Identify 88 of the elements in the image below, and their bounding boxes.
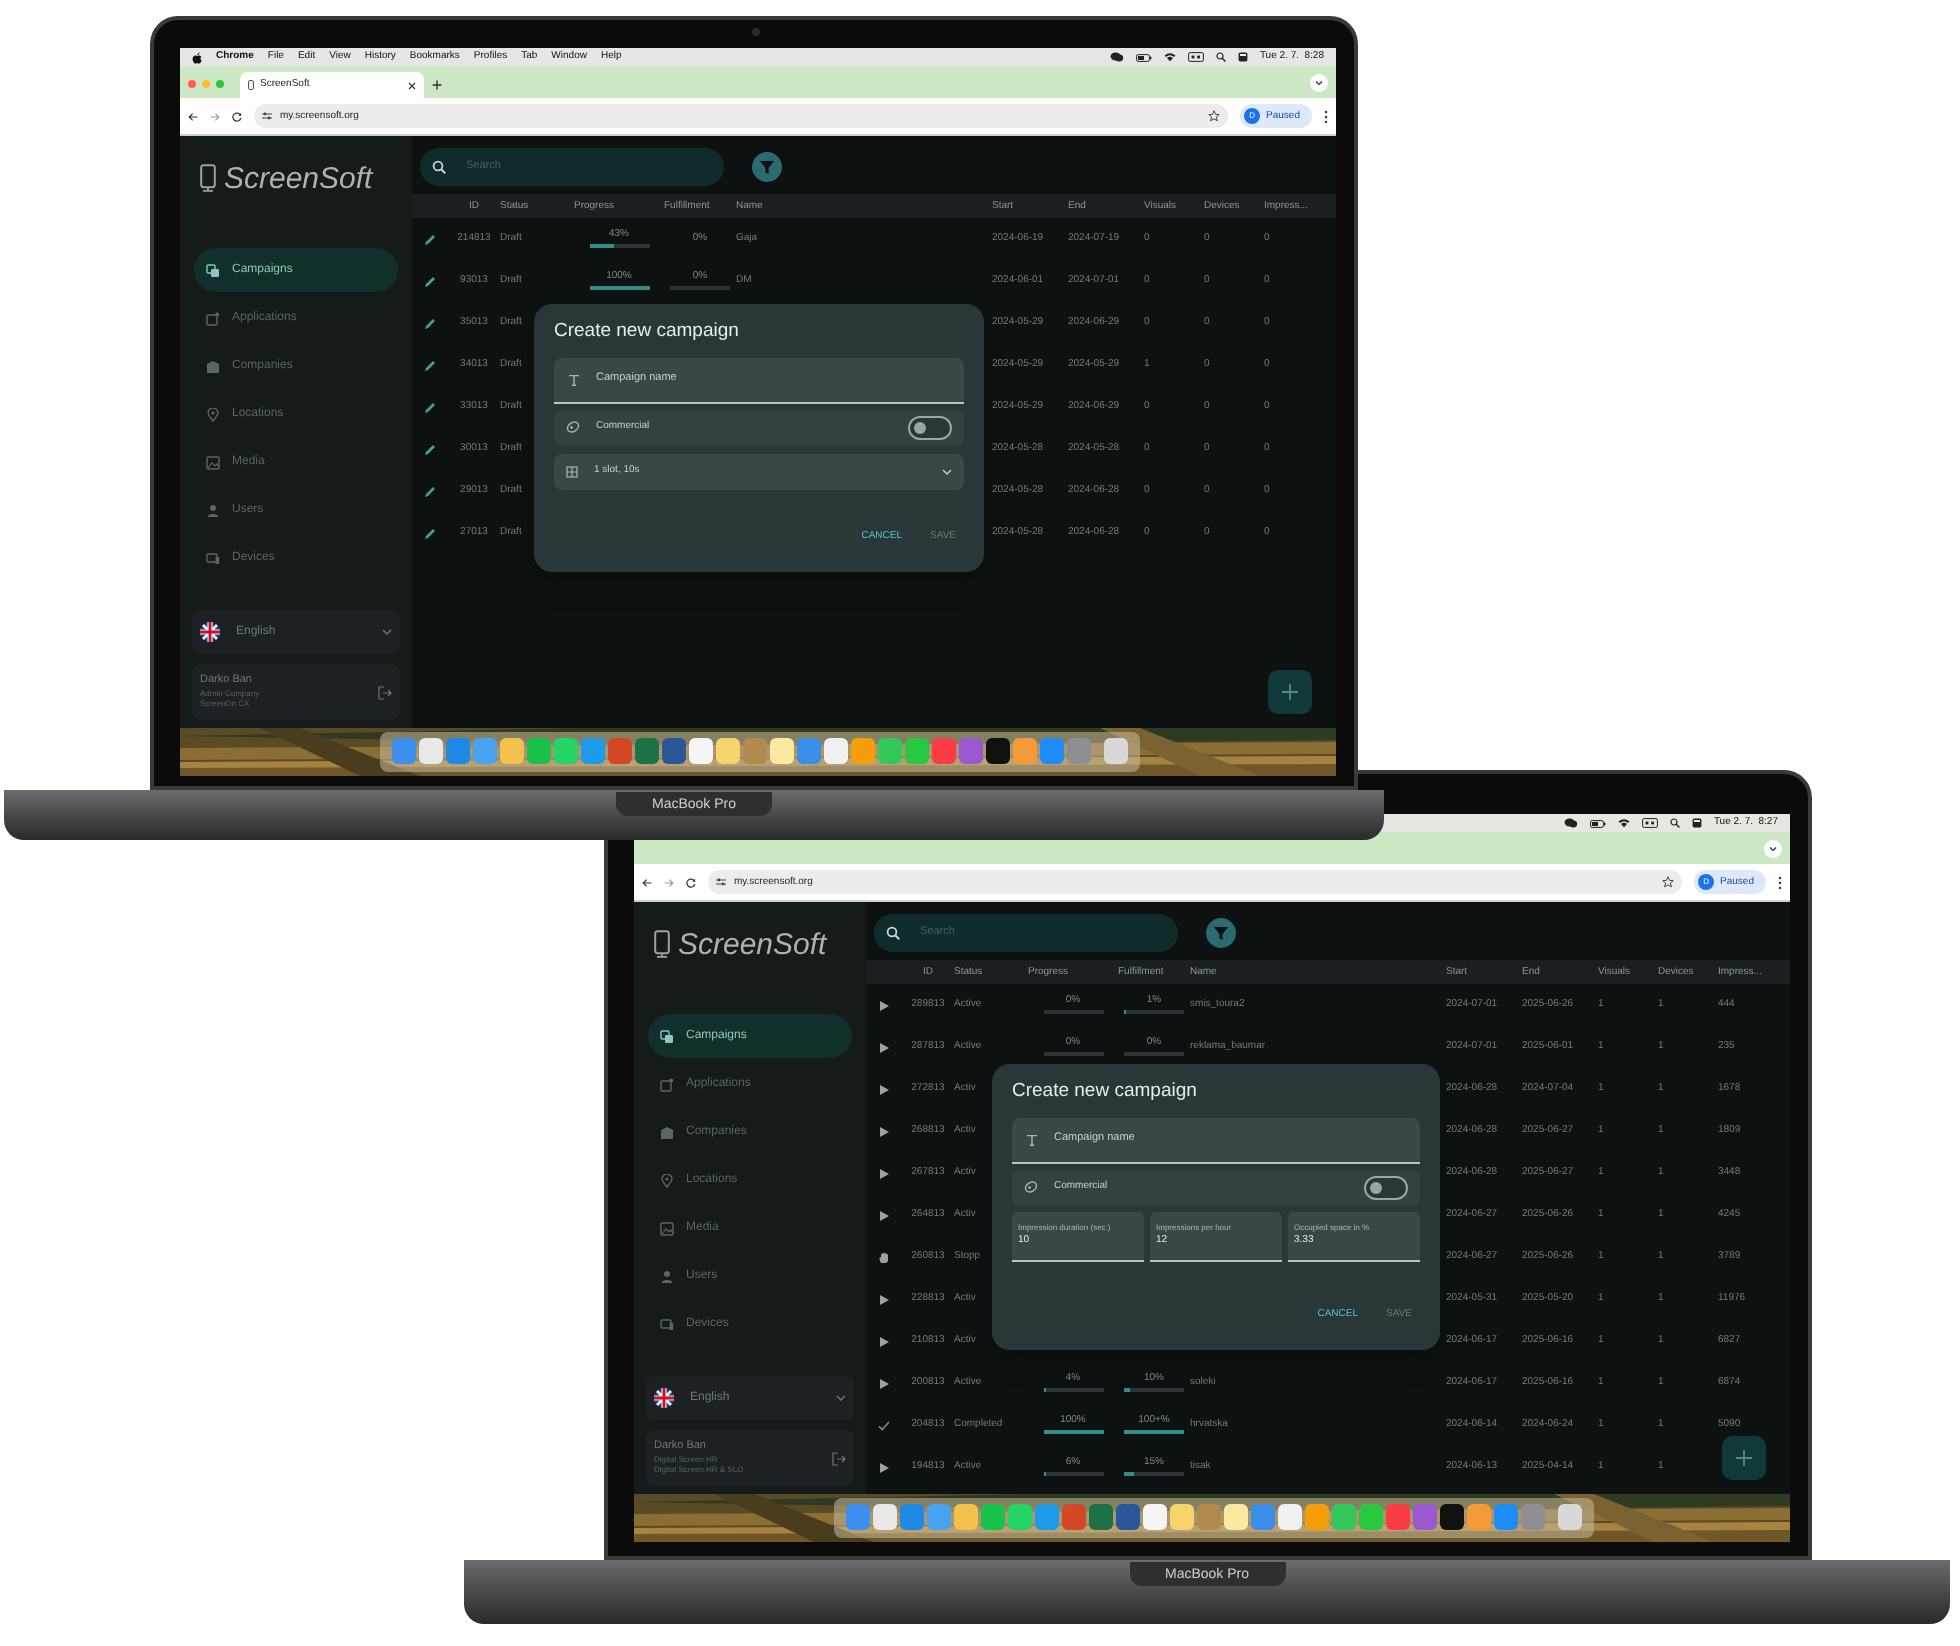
pin-icon — [206, 407, 220, 421]
play-icon — [878, 1377, 890, 1389]
site-settings-icon[interactable] — [262, 112, 272, 120]
window-icon — [660, 1077, 674, 1091]
image-icon — [660, 1221, 674, 1235]
hand-icon — [878, 1251, 890, 1263]
image-icon — [206, 455, 220, 469]
app-logo: ScreenSoft — [678, 929, 827, 959]
reload-icon[interactable] — [232, 111, 242, 121]
app-logo: ScreenSoft — [224, 163, 373, 193]
flag-icon — [200, 622, 220, 642]
monitor-icon — [206, 551, 220, 565]
pencil-icon[interactable] — [424, 401, 436, 413]
play-icon — [878, 1335, 890, 1347]
logout-icon[interactable] — [378, 685, 392, 699]
wifi-icon[interactable] — [1617, 818, 1630, 828]
site-settings-icon[interactable] — [716, 878, 726, 886]
pencil-icon[interactable] — [424, 359, 436, 371]
check-icon — [878, 1419, 890, 1431]
phone-icon — [654, 930, 670, 958]
wifi-icon[interactable] — [1163, 52, 1176, 62]
building-icon — [206, 359, 220, 373]
forward-icon[interactable] — [210, 111, 220, 121]
dialog-title: Create new campaign — [554, 322, 741, 341]
tag-icon — [1024, 1180, 1038, 1194]
add-button[interactable] — [1722, 1436, 1766, 1480]
phone-icon — [200, 164, 216, 192]
play-icon — [878, 1209, 890, 1221]
tag-icon — [566, 420, 580, 434]
pin-icon — [660, 1173, 674, 1187]
star-icon[interactable] — [1662, 876, 1675, 888]
back-icon[interactable] — [188, 111, 198, 121]
chevron-down-icon — [382, 628, 392, 636]
back-icon[interactable] — [642, 877, 652, 887]
toggle-switch[interactable] — [1364, 1175, 1408, 1199]
reload-icon[interactable] — [686, 877, 696, 887]
flag-icon — [654, 1388, 674, 1408]
window-icon — [206, 311, 220, 325]
search-icon[interactable] — [1215, 52, 1226, 62]
filter-button[interactable] — [752, 152, 782, 182]
battery-icon[interactable] — [1135, 53, 1152, 61]
chevron-down-icon — [942, 467, 952, 475]
control-center-icon[interactable] — [1237, 52, 1248, 62]
play-icon — [878, 1083, 890, 1095]
phone-icon — [248, 80, 254, 90]
captions-icon[interactable] — [1187, 52, 1204, 62]
text-icon — [1026, 1133, 1038, 1145]
search-icon — [432, 160, 446, 174]
pencil-icon[interactable] — [424, 527, 436, 539]
play-icon — [878, 1293, 890, 1305]
stack-icon — [660, 1029, 674, 1043]
new-tab-icon[interactable] — [432, 80, 442, 90]
battery-icon[interactable] — [1589, 819, 1606, 827]
star-icon[interactable] — [1208, 110, 1221, 122]
user-icon — [660, 1269, 674, 1283]
add-button[interactable] — [1268, 670, 1312, 714]
filter-button[interactable] — [1206, 918, 1236, 948]
chevron-down-icon[interactable] — [1310, 74, 1328, 92]
pencil-icon[interactable] — [424, 233, 436, 245]
chevron-down-icon[interactable] — [1764, 840, 1782, 858]
user-icon — [206, 503, 220, 517]
chevron-down-icon — [836, 1394, 846, 1402]
apple-icon — [192, 51, 202, 63]
text-icon — [568, 373, 580, 385]
play-icon — [878, 1167, 890, 1179]
pencil-icon[interactable] — [424, 485, 436, 497]
captions-icon[interactable] — [1641, 818, 1658, 828]
play-icon — [878, 999, 890, 1011]
pencil-icon[interactable] — [424, 275, 436, 287]
monitor-icon — [660, 1317, 674, 1331]
chat-icon[interactable] — [1109, 52, 1124, 62]
pencil-icon[interactable] — [424, 443, 436, 455]
dialog-title: Create new campaign — [1012, 1082, 1199, 1101]
close-icon[interactable] — [408, 81, 416, 89]
search-icon[interactable] — [1669, 818, 1680, 828]
play-icon — [878, 1125, 890, 1137]
stack-icon — [206, 263, 220, 277]
play-icon — [878, 1461, 890, 1473]
search-icon — [886, 926, 900, 940]
building-icon — [660, 1125, 674, 1139]
grid-icon — [566, 465, 578, 477]
control-center-icon[interactable] — [1691, 818, 1702, 828]
play-icon — [878, 1041, 890, 1053]
forward-icon[interactable] — [664, 877, 674, 887]
pencil-icon[interactable] — [424, 317, 436, 329]
logout-icon[interactable] — [832, 1451, 846, 1465]
toggle-switch[interactable] — [908, 415, 952, 439]
chat-icon[interactable] — [1563, 818, 1578, 828]
